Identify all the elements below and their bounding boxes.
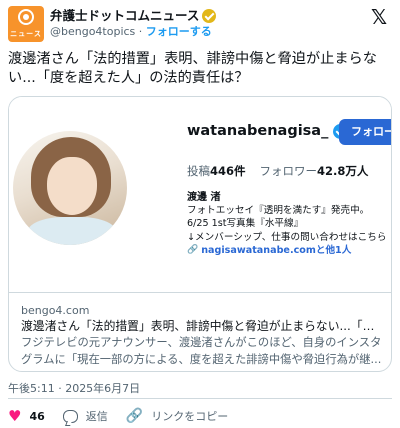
avatar-label: ニュース <box>10 30 42 38</box>
handle-separator: · <box>138 25 143 38</box>
profile-display-name: 渡邊 渚 <box>187 192 221 203</box>
follow-link[interactable]: フォローする <box>146 25 212 38</box>
reply-button[interactable]: 返信 <box>62 408 108 424</box>
link-card[interactable]: watanabenagisa_ フォロー 投稿446件 フォロワー42.8万人 … <box>8 96 392 372</box>
x-logo-icon[interactable]: 𝕏 <box>370 7 388 27</box>
profile-follow-button: フォロー <box>339 119 391 145</box>
followers-stat: フォロワー42.8万人 <box>259 164 369 178</box>
profile-stats: 投稿446件 フォロワー42.8万人 <box>187 163 368 179</box>
account-handle[interactable]: @bengo4topics <box>50 25 135 38</box>
profile-photo <box>13 131 127 245</box>
card-title: 渡邊渚さん「法的措置」表明、誹謗中傷と脅迫が止まらない...「度を超... <box>21 319 383 333</box>
link-icon: 🔗 <box>187 244 199 255</box>
like-button[interactable]: ♥ 46 <box>8 406 45 425</box>
followers-count: 42.8万人 <box>317 164 369 178</box>
link-icon: 🔗 <box>125 408 144 424</box>
logo-mark-icon <box>18 9 34 25</box>
profile-link: nagisawatanabe.comと他1人 <box>201 244 352 256</box>
bio-line: 6/25 1st写真集『水平線』 <box>187 218 304 230</box>
profile-handle: watanabenagisa_ <box>187 123 329 139</box>
bio-line: フォトエッセイ『透明を満たす』発売中。 <box>187 205 370 217</box>
account-name-row: 弁護士ドットコムニュース <box>50 7 217 24</box>
tweet-header: ニュース 弁護士ドットコムニュース @bengo4topics · フォローする… <box>8 6 392 42</box>
account-subline: @bengo4topics · フォローする <box>50 24 216 40</box>
reply-label: 返信 <box>85 410 108 423</box>
card-domain: bengo4.com <box>21 304 90 317</box>
card-description: フジテレビの元アナウンサー、渡邊渚さんがこのほど、自身のインスタグラムに「現在一… <box>21 336 382 366</box>
posts-count: 446件 <box>210 164 246 178</box>
action-bar: ♥ 46 返信 🔗 リンクをコピー <box>8 406 246 426</box>
heart-icon: ♥ <box>8 406 22 425</box>
divider <box>8 398 392 399</box>
tweet-timestamp[interactable]: 午後5:11 · 2025年6月7日 <box>8 380 140 396</box>
account-info: 弁護士ドットコムニュース @bengo4topics · フォローする <box>50 7 217 40</box>
likes-count: 46 <box>29 409 45 423</box>
posts-stat: 投稿446件 <box>187 164 246 178</box>
copy-link-button[interactable]: 🔗 リンクをコピー <box>126 408 228 424</box>
tweet-text: 渡邊渚さん「法的措置」表明、誹謗中傷と脅迫が止まらない...「度を超えた人」の法… <box>8 51 377 86</box>
gold-verified-icon <box>202 8 217 23</box>
account-name[interactable]: 弁護士ドットコムニュース <box>50 7 199 24</box>
profile-handle-row: watanabenagisa_ <box>187 123 349 139</box>
card-meta: bengo4.com 渡邊渚さん「法的措置」表明、誹謗中傷と脅迫が止まらない..… <box>21 303 383 368</box>
bio-line: ↓メンバーシップ、仕事の問い合わせはこちら <box>187 231 387 243</box>
profile-link-row: 🔗 nagisawatanabe.comと他1人 <box>187 244 391 257</box>
profile-bio: 渡邊 渚 フォトエッセイ『透明を満たす』発売中。 6/25 1st写真集『水平線… <box>187 191 391 257</box>
reply-icon <box>62 409 78 423</box>
card-image: watanabenagisa_ フォロー 投稿446件 フォロワー42.8万人 … <box>9 97 391 293</box>
account-avatar[interactable]: ニュース <box>8 6 44 42</box>
copy-link-label: リンクをコピー <box>151 410 229 423</box>
